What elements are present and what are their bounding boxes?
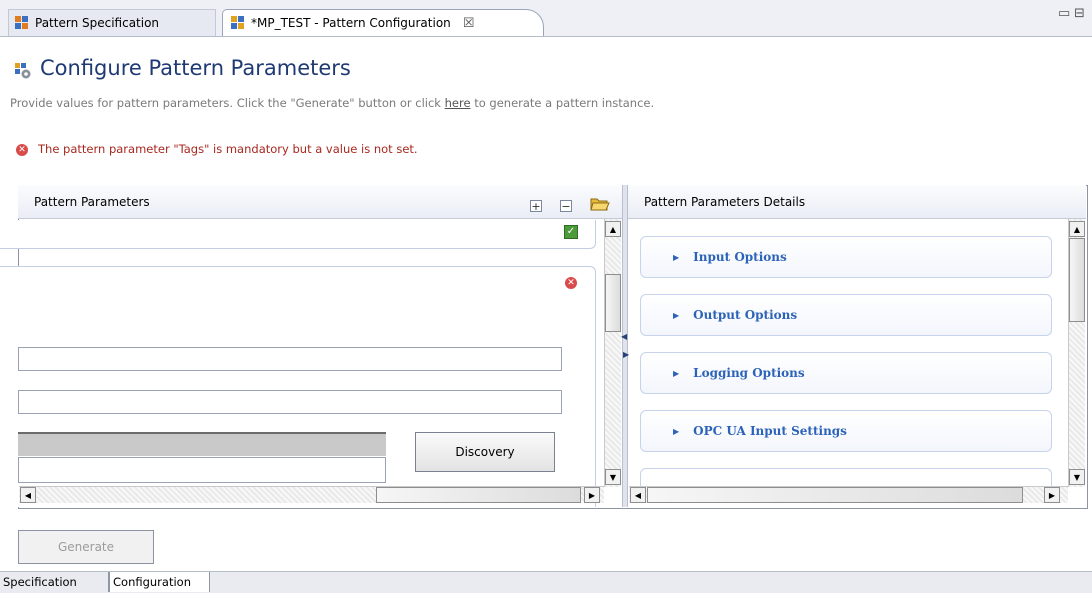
pane-header: Pattern Parameters Details [628,185,1086,219]
tab-label: *MP_TEST - Pattern Configuration [251,16,451,30]
scroll-down-arrow-icon[interactable]: ▼ [1069,469,1085,485]
scroll-left-arrow-icon[interactable]: ◀ [630,487,646,503]
scroll-thumb[interactable] [376,487,581,503]
error-message: The pattern parameter "Tags" is mandator… [38,142,418,156]
section-card-partial [640,468,1052,486]
error-icon: ✕ [16,144,28,156]
section-label: OPC UA Input Settings [693,424,847,438]
generate-button[interactable]: Generate [18,530,154,564]
collapse-all-button[interactable]: − [560,200,572,212]
tab-pattern-specification[interactable]: Pattern Specification [8,9,216,36]
expand-arrow-icon: ▶ [673,252,680,262]
close-icon[interactable]: ☒ [463,16,475,31]
scroll-right-arrow-icon[interactable]: ▶ [584,487,600,503]
table-header [18,432,386,456]
tab-label: Pattern Specification [35,16,160,30]
pane-title: Pattern Parameters Details [644,194,806,209]
section-label: Input Options [693,250,787,264]
scroll-left-arrow-icon[interactable]: ◀ [20,487,36,503]
page-description: Provide values for pattern parameters. C… [10,96,654,110]
pattern-spec-icon [15,16,29,30]
section-label: Logging Options [693,366,805,380]
parameter-group-valid[interactable] [0,220,596,249]
description-text-end: to generate a pattern instance. [470,96,655,110]
page-title: Configure Pattern Parameters [40,56,351,80]
pattern-parameters-details-pane: Pattern Parameters Details [628,185,1086,507]
left-vertical-scrollbar[interactable] [604,219,621,487]
maximize-icon[interactable]: ⊟ [1074,6,1085,21]
expand-arrow-icon: ▶ [673,310,680,320]
minimize-icon[interactable]: ▭ [1058,6,1070,21]
parameter-input[interactable] [18,347,562,371]
discovery-button[interactable]: Discovery [415,432,555,472]
expand-arrow-icon: ▶ [673,368,680,378]
pattern-config-icon [231,16,245,30]
scroll-thumb[interactable] [1069,238,1085,322]
collapse-arrow-icon[interactable]: ◀ [621,332,627,341]
section-opc-ua-input-settings[interactable]: ▶ OPC UA Input Settings [640,410,1052,452]
scroll-down-arrow-icon[interactable]: ▼ [605,469,621,485]
tab-configuration[interactable]: Configuration [109,572,210,592]
tags-table[interactable] [18,457,386,483]
section-label: Output Options [693,308,798,322]
generate-link[interactable]: here [445,96,471,110]
configure-icon [14,62,32,80]
expand-arrow-icon: ▶ [673,426,680,436]
section-logging-options[interactable]: ▶ Logging Options [640,352,1052,394]
open-folder-icon[interactable] [590,196,610,212]
section-input-options[interactable]: ▶ Input Options [640,236,1052,278]
tab-pattern-configuration[interactable]: *MP_TEST - Pattern Configuration ☒ [222,9,544,36]
tab-specification[interactable]: Specification [0,572,109,592]
scroll-right-arrow-icon[interactable]: ▶ [1044,487,1060,503]
scroll-up-arrow-icon[interactable]: ▲ [1069,221,1085,237]
checkmark-icon: ✓ [564,225,578,239]
parameter-input[interactable] [18,390,562,414]
scroll-up-arrow-icon[interactable]: ▲ [605,221,621,237]
error-icon: ✕ [565,277,577,289]
section-output-options[interactable]: ▶ Output Options [640,294,1052,336]
description-text: Provide values for pattern parameters. C… [10,96,445,110]
scroll-thumb[interactable] [605,274,621,332]
pane-title: Pattern Parameters [34,194,150,209]
expand-all-button[interactable]: + [530,200,542,212]
scroll-thumb[interactable] [647,487,1023,503]
